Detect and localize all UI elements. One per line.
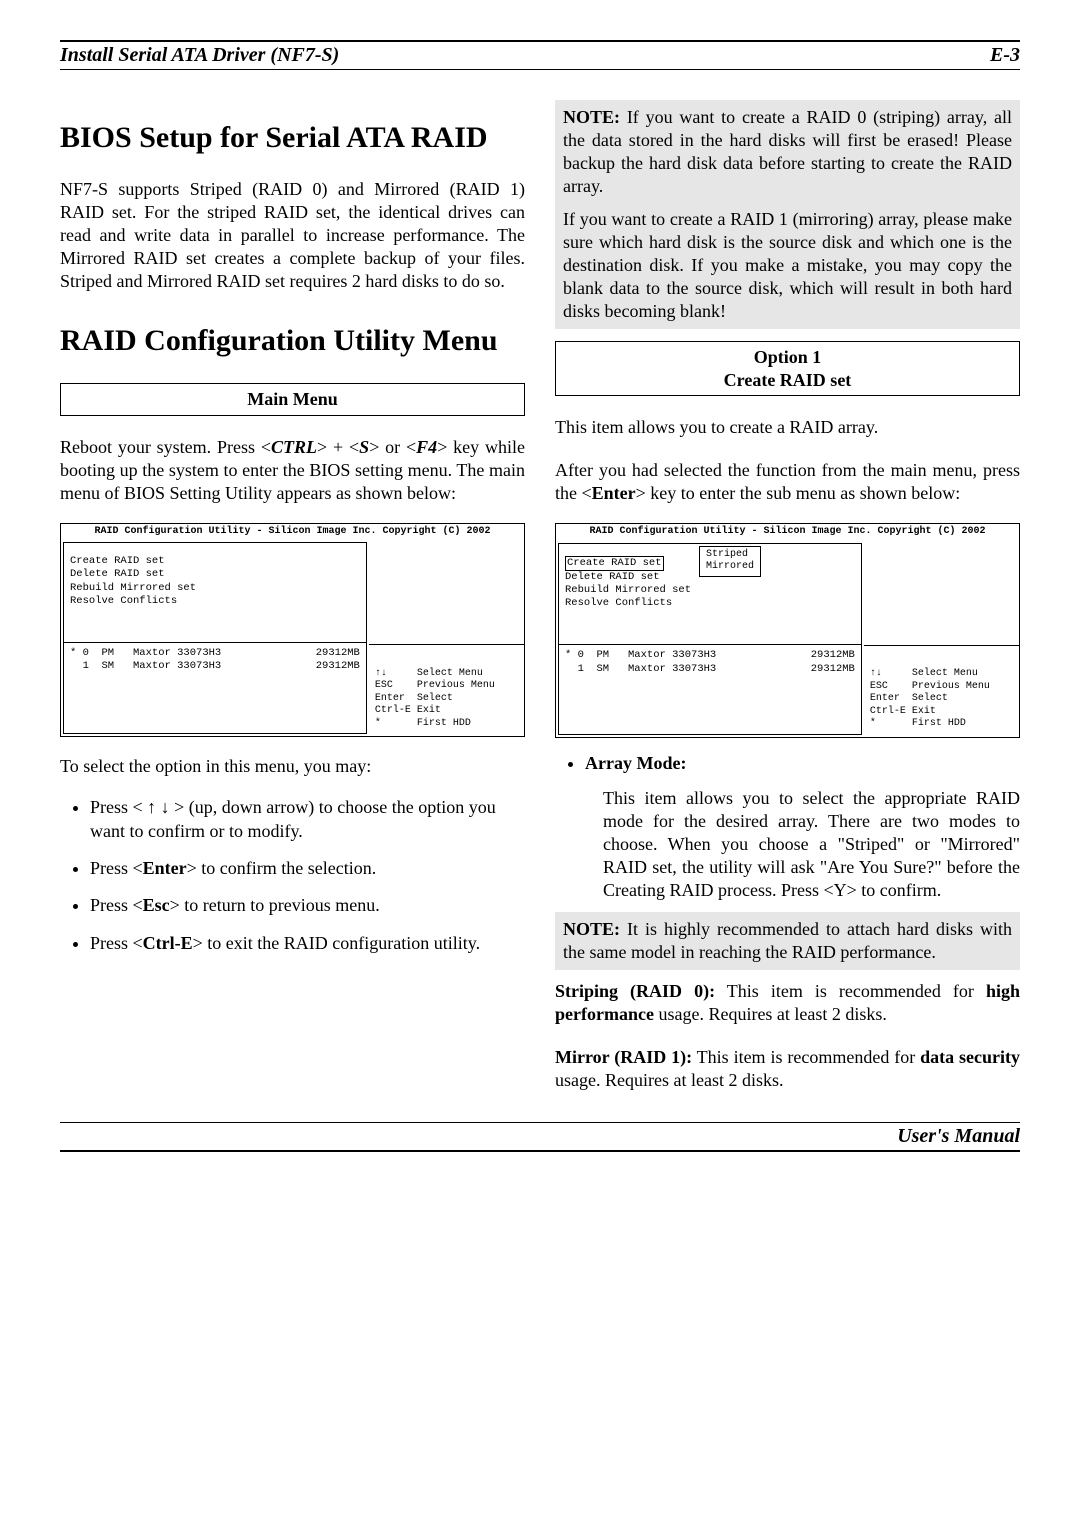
para-reboot: Reboot your system. Press <CTRL> + <S> o… (60, 436, 525, 505)
ss1-menu-3: Resolve Conflicts (70, 595, 360, 608)
bios-screenshot-2: RAID Configuration Utility - Silicon Ima… (555, 523, 1020, 738)
ss2-submenu: Striped Mirrored (699, 546, 761, 577)
array-mode-body: This item allows you to select the appro… (603, 787, 1020, 902)
list-item: Array Mode: (585, 752, 1020, 775)
main-menu-label: Main Menu (247, 389, 338, 409)
header-left: Install Serial ATA Driver (NF7-S) (60, 44, 339, 67)
option-1-header: Option 1 Create RAID set (555, 341, 1020, 396)
ss1-menu-1: Delete RAID set (70, 568, 360, 581)
ss2-right-pane: ↑↓Select Menu ESCPrevious Menu EnterSele… (864, 541, 1019, 737)
page-footer: User's Manual (60, 1122, 1020, 1152)
right-column: NOTE: If you want to create a RAID 0 (st… (555, 100, 1020, 1102)
para-select-option: To select the option in this menu, you m… (60, 755, 525, 778)
list-item: Press <Ctrl-E> to exit the RAID configur… (90, 932, 525, 955)
ss1-menu-0: Create RAID set (70, 555, 360, 568)
note-box-2: NOTE: It is highly recommended to attach… (555, 912, 1020, 970)
footer-right: User's Manual (897, 1125, 1020, 1147)
list-item: Press < ↑ ↓ > (up, down arrow) to choose… (90, 796, 525, 843)
note-box-1: NOTE: If you want to create a RAID 0 (st… (555, 100, 1020, 329)
para-mirror: Mirror (RAID 1): This item is recommende… (555, 1046, 1020, 1092)
ss2-left-pane: Create RAID set Delete RAID set Rebuild … (558, 543, 862, 735)
ss1-title: RAID Configuration Utility - Silicon Ima… (61, 524, 524, 541)
ss2-menu-2: Rebuild Mirrored set (565, 584, 855, 597)
list-item: Press <Esc> to return to previous menu. (90, 894, 525, 917)
ss2-disk-1: 1 SM Maxtor 33073H3 29312MB (565, 663, 855, 676)
ss1-disk-0: * 0 PM Maxtor 33073H3 29312MB (70, 647, 360, 660)
ss2-menu-3: Resolve Conflicts (565, 597, 855, 610)
para-opt1-enter: After you had selected the function from… (555, 459, 1020, 505)
para-striping: Striping (RAID 0): This item is recommen… (555, 980, 1020, 1026)
menu-key-list: Press < ↑ ↓ > (up, down arrow) to choose… (90, 796, 525, 969)
para-opt1-desc: This item allows you to create a RAID ar… (555, 416, 1020, 439)
left-column: BIOS Setup for Serial ATA RAID NF7-S sup… (60, 100, 525, 1102)
para-nf7s-support: NF7-S supports Striped (RAID 0) and Mirr… (60, 178, 525, 293)
bios-screenshot-1: RAID Configuration Utility - Silicon Ima… (60, 523, 525, 738)
heading-bios-setup: BIOS Setup for Serial ATA RAID (60, 120, 525, 156)
option-1-line2: Create RAID set (724, 370, 852, 390)
ss1-legend: ↑↓Select Menu ESCPrevious Menu EnterSele… (375, 668, 518, 731)
list-item: Press <Enter> to confirm the selection. (90, 857, 525, 880)
option-1-line1: Option 1 (754, 347, 822, 367)
ss1-left-pane: Create RAID set Delete RAID set Rebuild … (63, 542, 367, 734)
array-mode-bullet: Array Mode: (585, 752, 1020, 781)
ss2-disk-0: * 0 PM Maxtor 33073H3 29312MB (565, 649, 855, 662)
ss1-disk-1: 1 SM Maxtor 33073H3 29312MB (70, 660, 360, 673)
heading-raid-config-utility: RAID Configuration Utility Menu (60, 323, 525, 359)
ss2-title: RAID Configuration Utility - Silicon Ima… (556, 524, 1019, 541)
header-right: E-3 (990, 44, 1020, 67)
ss1-right-pane: ↑↓Select Menu ESCPrevious Menu EnterSele… (369, 540, 524, 736)
main-menu-header: Main Menu (60, 383, 525, 416)
page-header: Install Serial ATA Driver (NF7-S) E-3 (60, 40, 1020, 70)
ss1-menu-2: Rebuild Mirrored set (70, 582, 360, 595)
ss2-legend: ↑↓Select Menu ESCPrevious Menu EnterSele… (870, 668, 1013, 731)
